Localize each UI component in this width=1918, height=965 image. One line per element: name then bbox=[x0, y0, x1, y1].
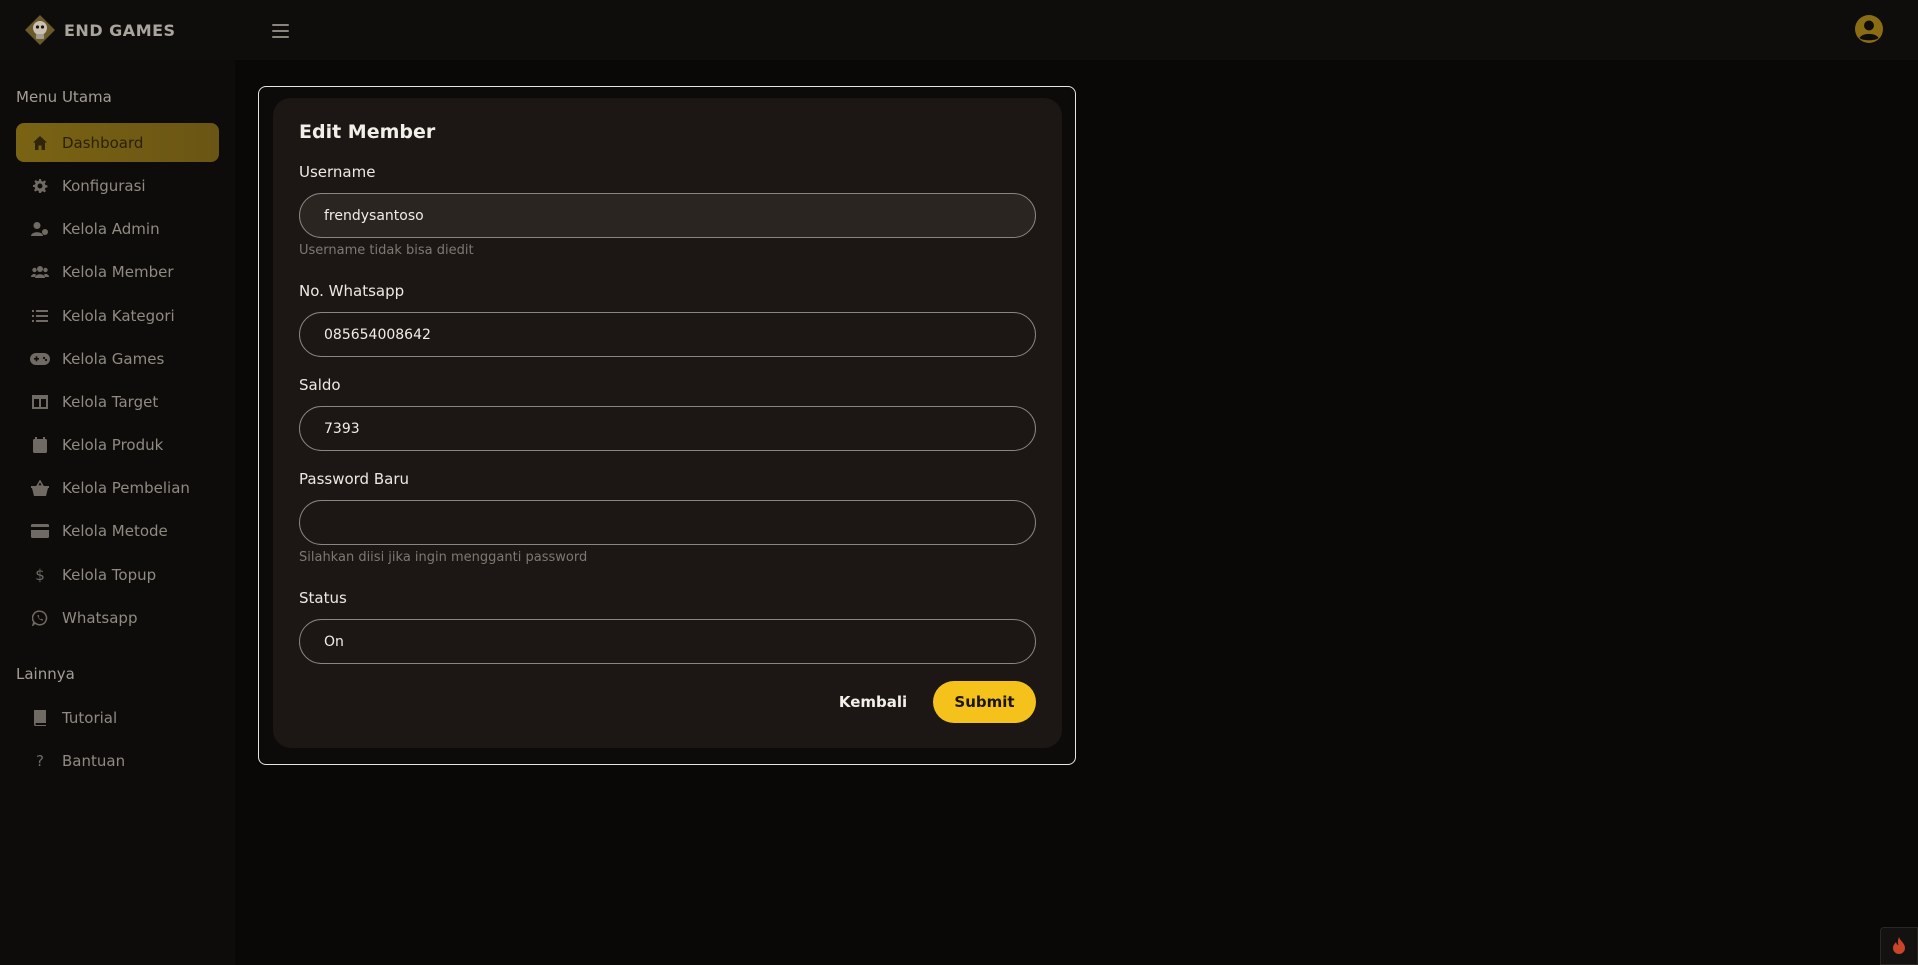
sidebar-item-label: Kelola Admin bbox=[62, 219, 160, 238]
sidebar-section-title-main: Menu Utama bbox=[16, 88, 112, 106]
gamepad-icon bbox=[30, 349, 50, 369]
brand-logo-icon bbox=[24, 14, 56, 46]
status-label: Status bbox=[299, 589, 347, 607]
calendar-icon bbox=[30, 435, 50, 455]
dollar-icon: $ bbox=[35, 565, 45, 584]
whatsapp-label: No. Whatsapp bbox=[299, 282, 405, 300]
sidebar-item-kelola-produk[interactable]: Kelola Produk bbox=[16, 425, 219, 464]
whatsapp-field[interactable]: 085654008642 bbox=[299, 312, 1036, 357]
top-bar: END GAMES bbox=[0, 0, 1918, 60]
sidebar-item-label: Kelola Metode bbox=[62, 521, 168, 540]
page-title: Edit Member bbox=[299, 121, 436, 143]
sidebar-item-kelola-admin[interactable]: Kelola Admin bbox=[16, 209, 219, 248]
sidebar-item-kelola-metode[interactable]: Kelola Metode bbox=[16, 511, 219, 550]
question-icon: ? bbox=[36, 751, 44, 770]
sidebar-item-tutorial[interactable]: Tutorial bbox=[16, 698, 219, 737]
password-field[interactable] bbox=[299, 500, 1036, 545]
home-icon bbox=[30, 133, 50, 153]
sidebar-item-kelola-games[interactable]: Kelola Games bbox=[16, 339, 219, 378]
whatsapp-icon bbox=[30, 608, 50, 628]
user-avatar-icon[interactable] bbox=[1854, 14, 1884, 44]
sidebar-item-kelola-target[interactable]: Kelola Target bbox=[16, 382, 219, 421]
sidebar-item-label: Tutorial bbox=[62, 708, 118, 727]
hamburger-menu-icon[interactable] bbox=[272, 20, 294, 42]
sidebar-item-label: Bantuan bbox=[62, 751, 126, 770]
sidebar-item-bantuan[interactable]: ? Bantuan bbox=[16, 741, 219, 780]
sidebar-item-whatsapp[interactable]: Whatsapp bbox=[16, 598, 219, 637]
sidebar-item-label: Kelola Member bbox=[62, 262, 174, 281]
sidebar-item-label: Kelola Topup bbox=[62, 565, 157, 584]
sidebar-item-dashboard[interactable]: Dashboard bbox=[16, 123, 219, 162]
list-icon bbox=[30, 306, 50, 326]
brand-name: END GAMES bbox=[64, 20, 176, 40]
table-icon bbox=[30, 392, 50, 412]
saldo-label: Saldo bbox=[299, 376, 341, 394]
sidebar-item-label: Kelola Kategori bbox=[62, 306, 175, 325]
user-cog-icon bbox=[30, 219, 50, 239]
credit-card-icon bbox=[30, 521, 50, 541]
submit-button[interactable]: Submit bbox=[933, 681, 1036, 723]
flame-icon[interactable] bbox=[1880, 927, 1918, 965]
sidebar-item-label: Kelola Pembelian bbox=[62, 478, 190, 497]
username-field[interactable]: frendysantoso bbox=[299, 193, 1036, 238]
sidebar-item-label: Dashboard bbox=[62, 133, 144, 152]
sidebar-item-label: Kelola Produk bbox=[62, 435, 164, 454]
sidebar-item-konfigurasi[interactable]: Konfigurasi bbox=[16, 166, 219, 205]
brand[interactable]: END GAMES bbox=[24, 14, 176, 46]
sidebar-item-label: Kelola Games bbox=[62, 349, 165, 368]
basket-icon bbox=[30, 478, 50, 498]
username-help-text: Username tidak bisa diedit bbox=[299, 243, 474, 258]
password-label: Password Baru bbox=[299, 470, 409, 488]
book-icon bbox=[30, 708, 50, 728]
sidebar-item-kelola-pembelian[interactable]: Kelola Pembelian bbox=[16, 468, 219, 507]
sidebar-item-label: Whatsapp bbox=[62, 608, 138, 627]
sidebar-section-title-other: Lainnya bbox=[16, 665, 75, 683]
password-help-text: Silahkan diisi jika ingin mengganti pass… bbox=[299, 550, 588, 565]
username-label: Username bbox=[299, 163, 376, 181]
sidebar-item-kelola-kategori[interactable]: Kelola Kategori bbox=[16, 296, 219, 335]
back-button[interactable]: Kembali bbox=[830, 682, 916, 722]
sidebar-item-kelola-topup[interactable]: $ Kelola Topup bbox=[16, 555, 219, 594]
sidebar-item-label: Kelola Target bbox=[62, 392, 159, 411]
sidebar-item-label: Konfigurasi bbox=[62, 176, 146, 195]
saldo-field[interactable]: 7393 bbox=[299, 406, 1036, 451]
gear-icon bbox=[30, 176, 50, 196]
sidebar-item-kelola-member[interactable]: Kelola Member bbox=[16, 252, 219, 291]
status-select[interactable]: On bbox=[299, 619, 1036, 664]
users-icon bbox=[30, 262, 50, 282]
